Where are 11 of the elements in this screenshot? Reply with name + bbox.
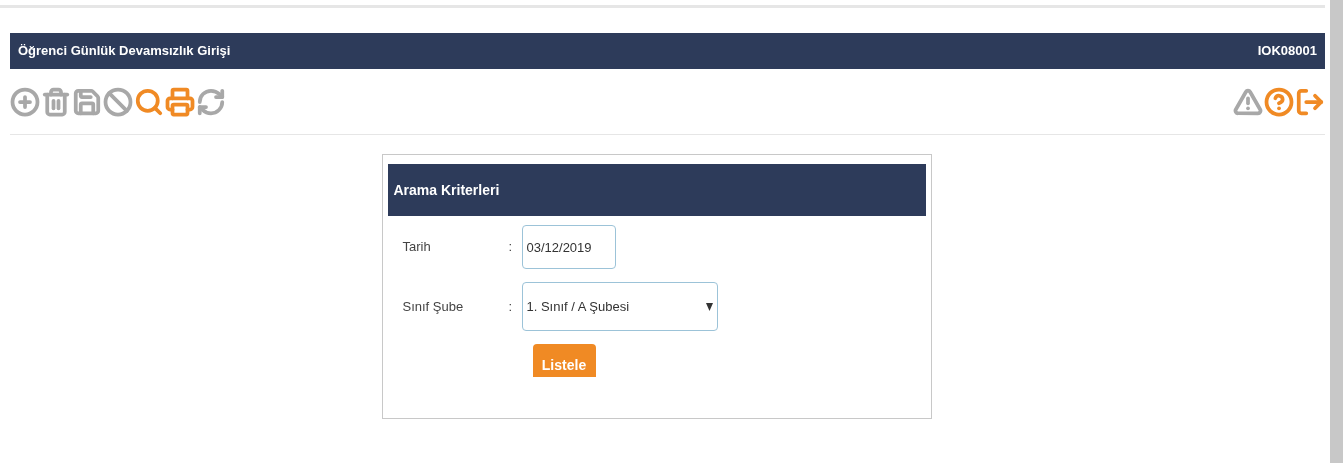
field-label: Sınıf Şube	[401, 297, 465, 316]
class-select[interactable]: 1. Sınıf / A Şubesi	[521, 282, 718, 331]
colon: :	[508, 297, 514, 316]
colon: :	[508, 238, 514, 257]
date-field[interactable]: 03/12/2019	[521, 225, 616, 269]
scrollbar[interactable]	[1330, 0, 1343, 463]
caret-icon	[705, 302, 713, 311]
page-title: Öğrenci Günlük Devamsızlık Girişi	[18, 42, 231, 61]
page-code: IOK08001	[1257, 42, 1317, 61]
panel-title: Arama Kriterleri	[393, 180, 500, 200]
field-label: Tarih	[401, 238, 432, 257]
